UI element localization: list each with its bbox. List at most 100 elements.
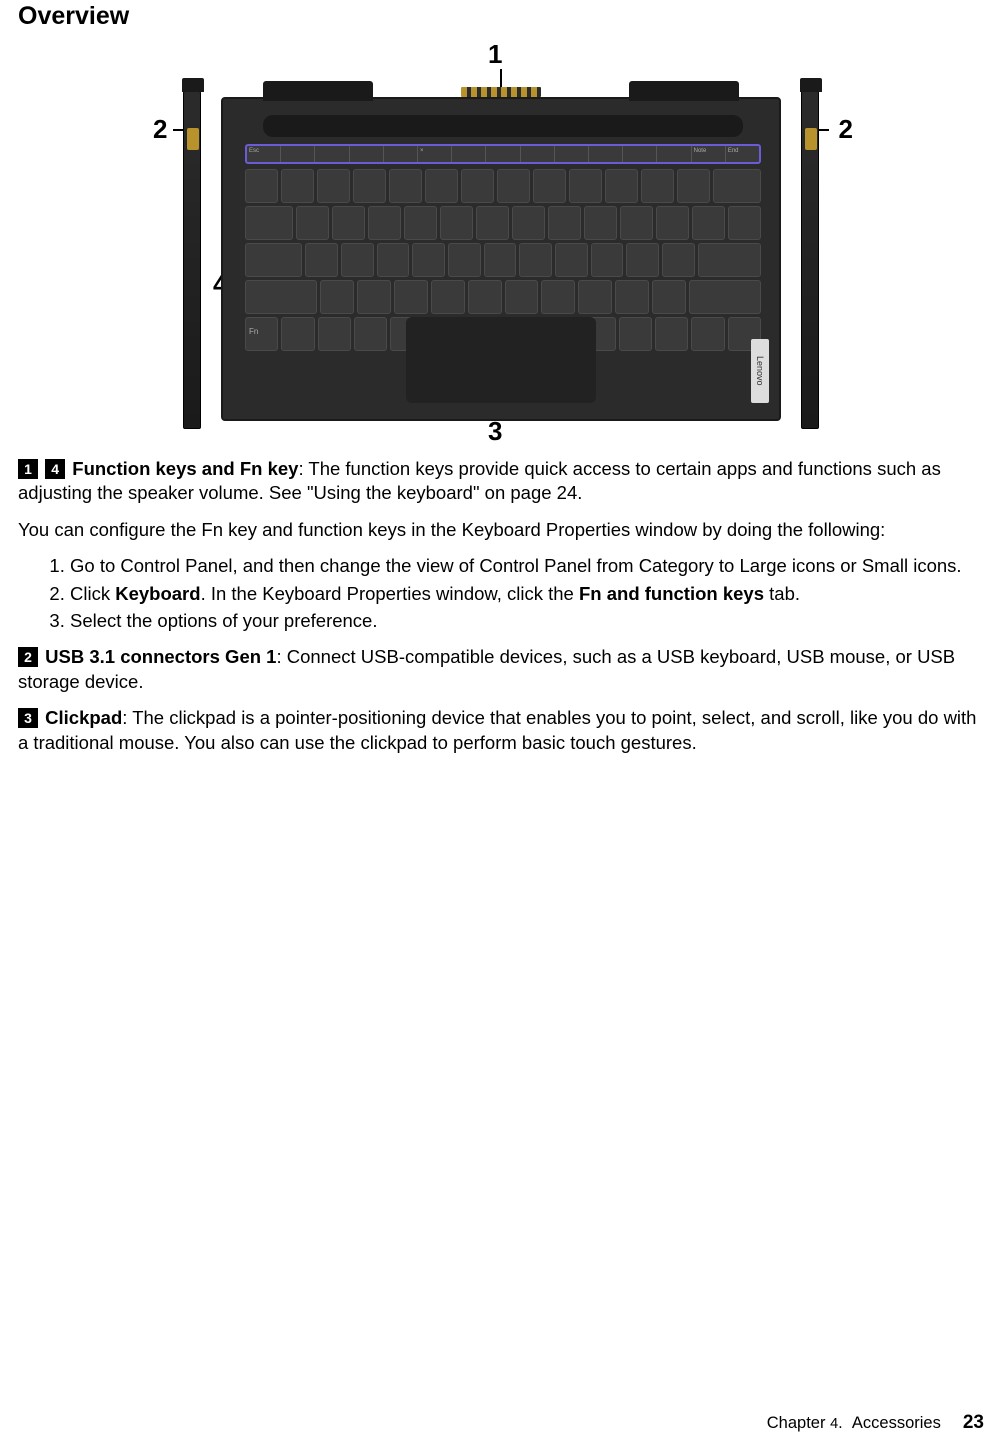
page-footer: Chapter 4. Accessories 23 [767, 1412, 984, 1434]
term-function-keys: Function keys and Fn key [72, 458, 298, 479]
key [713, 169, 761, 203]
key [341, 243, 374, 277]
function-key [486, 146, 520, 162]
key [354, 317, 387, 351]
text: Chapter [767, 1414, 826, 1432]
key [655, 317, 688, 351]
function-key [521, 146, 555, 162]
footer-chapter: Chapter 4. Accessories [767, 1414, 941, 1433]
key [461, 169, 494, 203]
text: : The clickpad is a pointer-positioning … [18, 707, 976, 752]
function-key [350, 146, 384, 162]
key [305, 243, 338, 277]
page-number: 23 [963, 1412, 984, 1434]
function-key [452, 146, 486, 162]
brand-badge: Lenovo [751, 339, 769, 403]
key [569, 169, 602, 203]
term-usb: USB 3.1 connectors Gen 1 [45, 646, 276, 667]
key [404, 206, 437, 240]
function-key-row: Esc×NoteEnd [245, 144, 761, 164]
key [353, 169, 386, 203]
function-key [589, 146, 623, 162]
callout-badge-4: 4 [45, 459, 65, 479]
key [615, 280, 649, 314]
key [652, 280, 686, 314]
key [641, 169, 674, 203]
callout-badge-2: 2 [18, 647, 38, 667]
key [677, 169, 710, 203]
key [591, 243, 624, 277]
function-key [623, 146, 657, 162]
key [377, 243, 410, 277]
key [533, 169, 566, 203]
term-fn-tab: Fn and function keys [579, 583, 764, 604]
key [245, 169, 278, 203]
key [692, 206, 725, 240]
key [548, 206, 581, 240]
callout-badge-3: 3 [18, 708, 38, 728]
key [662, 243, 695, 277]
key [689, 280, 761, 314]
key [317, 169, 350, 203]
key [605, 169, 638, 203]
step-2: Click Keyboard. In the Keyboard Properti… [70, 582, 984, 606]
key [281, 317, 314, 351]
keyboard-side-left [183, 91, 201, 429]
callout-2-left: 2 [153, 114, 167, 145]
key [245, 206, 293, 240]
function-key [384, 146, 418, 162]
key [245, 243, 302, 277]
step-1: Go to Control Panel, and then change the… [70, 554, 984, 578]
steps-list: Go to Control Panel, and then change the… [70, 554, 984, 633]
key [584, 206, 617, 240]
clickpad [406, 317, 596, 403]
key [656, 206, 689, 240]
term-clickpad: Clickpad [45, 707, 122, 728]
key [320, 280, 354, 314]
key [296, 206, 329, 240]
key [497, 169, 530, 203]
key: Fn [245, 317, 278, 351]
key [541, 280, 575, 314]
keyboard-top-view: Esc×NoteEnd Fn Lenovo [221, 97, 781, 421]
key [425, 169, 458, 203]
key [578, 280, 612, 314]
key [484, 243, 517, 277]
key [394, 280, 428, 314]
key [332, 206, 365, 240]
key [357, 280, 391, 314]
step-3: Select the options of your preference. [70, 609, 984, 633]
key [281, 169, 314, 203]
key [619, 317, 652, 351]
key [555, 243, 588, 277]
function-key [555, 146, 589, 162]
key [476, 206, 509, 240]
callout-2-right: 2 [839, 114, 853, 145]
key [389, 169, 422, 203]
section-heading: Overview [18, 2, 984, 31]
key [440, 206, 473, 240]
term-keyboard: Keyboard [115, 583, 200, 604]
key [620, 206, 653, 240]
function-key: End [726, 146, 759, 162]
key [519, 243, 552, 277]
para-usb-connectors: 2 USB 3.1 connectors Gen 1: Connect USB-… [18, 645, 984, 694]
text: Accessories [852, 1414, 941, 1432]
key [412, 243, 445, 277]
key [368, 206, 401, 240]
pogo-contacts [461, 87, 541, 97]
key [512, 206, 545, 240]
key [431, 280, 465, 314]
keyboard-side-right [801, 91, 819, 429]
para-configure-fn: You can configure the Fn key and functio… [18, 518, 984, 542]
key [468, 280, 502, 314]
key [505, 280, 539, 314]
key [626, 243, 659, 277]
para-clickpad: 3 Clickpad: The clickpad is a pointer-po… [18, 706, 984, 755]
text: 4 [830, 1416, 838, 1432]
para-function-keys: 1 4 Function keys and Fn key: The functi… [18, 457, 984, 506]
keyboard-overview-figure: 1 2 2 4 3 Esc×NoteEnd Fn Lenovo [18, 39, 984, 439]
text: . [838, 1414, 843, 1432]
function-key: Note [692, 146, 726, 162]
key [448, 243, 481, 277]
